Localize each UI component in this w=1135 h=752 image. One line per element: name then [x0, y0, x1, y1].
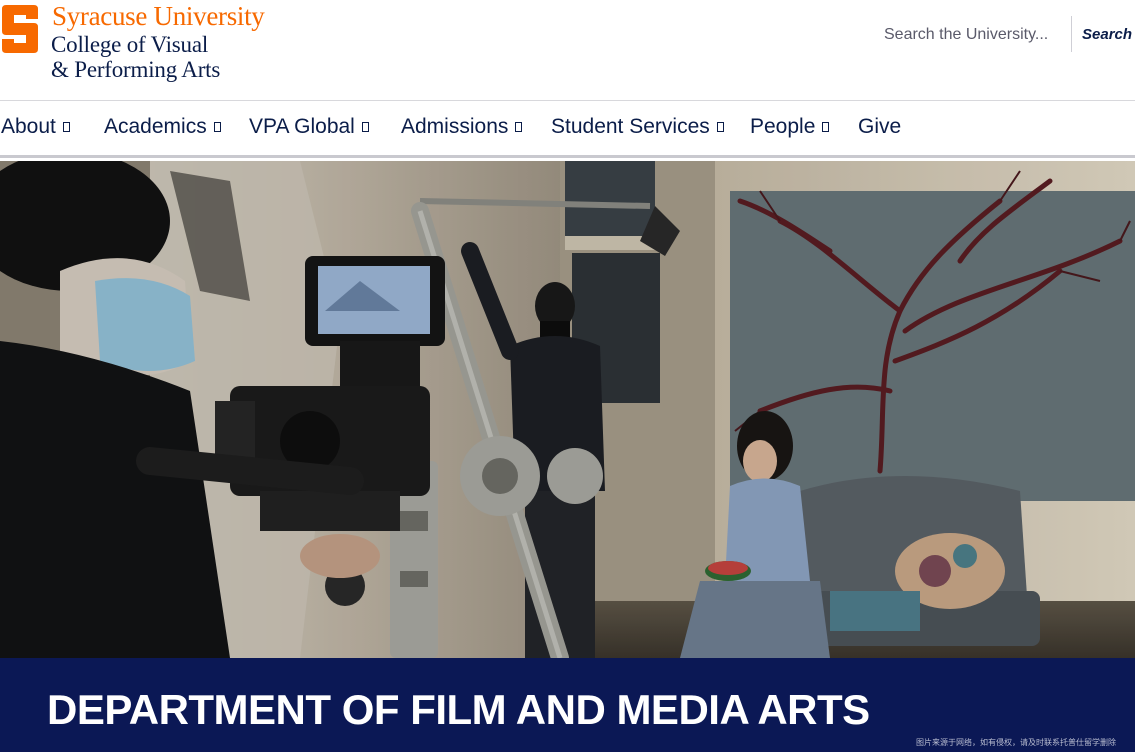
nav-label: About [1, 115, 56, 138]
film-set-photo [0, 161, 1135, 658]
college-name-line2[interactable]: & Performing Arts [51, 57, 220, 83]
dropdown-icon [213, 122, 221, 132]
nav-item-student-services[interactable]: Student Services [551, 101, 724, 156]
search-input[interactable] [878, 18, 1070, 52]
block-s-logo-icon [2, 5, 38, 53]
nav-label: VPA Global [249, 115, 355, 138]
college-name-line1[interactable]: College of Visual [51, 32, 208, 58]
nav-item-admissions[interactable]: Admissions [401, 101, 523, 156]
nav-label: Academics [104, 115, 207, 138]
nav-item-about[interactable]: About [1, 101, 70, 156]
dropdown-icon [716, 122, 724, 132]
nav-item-give[interactable]: Give [858, 101, 901, 156]
department-title: DEPARTMENT OF FILM AND MEDIA ARTS [47, 686, 870, 733]
dropdown-icon [515, 122, 523, 132]
nav-label: People [750, 115, 816, 138]
search-divider [1071, 16, 1072, 52]
nav-label: Admissions [401, 115, 509, 138]
university-name[interactable]: Syracuse University [52, 1, 265, 32]
dropdown-icon [62, 122, 70, 132]
nav-item-vpa-global[interactable]: VPA Global [249, 101, 369, 156]
nav-label: Give [858, 115, 902, 138]
main-navigation: About Academics VPA Global Admissions St… [0, 100, 1135, 158]
search-button[interactable]: Search [1078, 18, 1135, 52]
dropdown-icon [361, 122, 369, 132]
image-source-watermark: 图片来源于网络，如有侵权，请及时联系托普仕留学删除 [916, 738, 1116, 747]
nav-label: Student Services [551, 115, 710, 138]
nav-item-people[interactable]: People [750, 101, 830, 156]
dropdown-icon [822, 122, 830, 132]
hero-image [0, 161, 1135, 658]
nav-item-academics[interactable]: Academics [104, 101, 221, 156]
site-header: Syracuse University College of Visual & … [0, 0, 1135, 100]
